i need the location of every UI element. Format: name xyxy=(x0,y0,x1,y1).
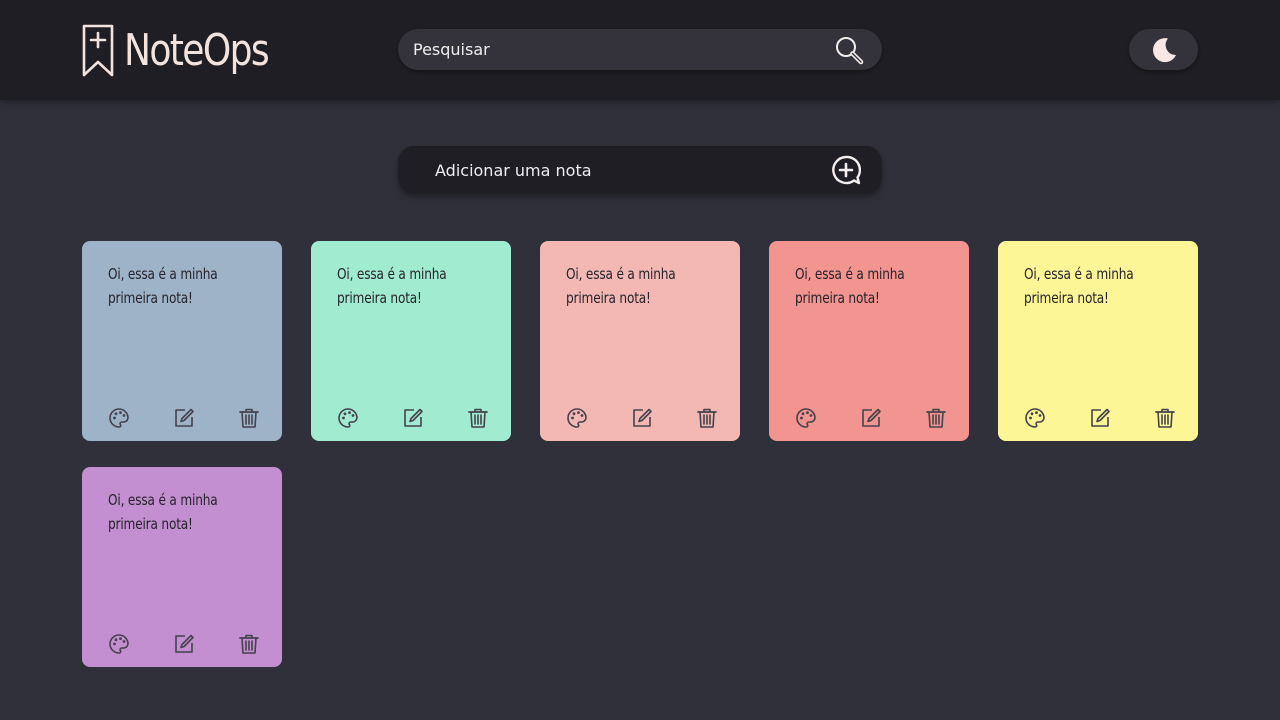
search-input[interactable] xyxy=(413,29,813,70)
edit-note-button[interactable] xyxy=(173,633,195,655)
note-card[interactable]: Oi, essa é a minha primeira nota! xyxy=(82,467,282,667)
note-text: Oi, essa é a minha primeira nota! xyxy=(337,265,447,307)
search-button[interactable] xyxy=(834,35,864,65)
delete-note-button[interactable] xyxy=(1154,407,1176,429)
palette-note-button[interactable] xyxy=(108,633,130,655)
moon-icon xyxy=(1152,37,1176,62)
add-circle-icon xyxy=(832,155,862,185)
trash-icon xyxy=(468,408,488,428)
trash-icon xyxy=(239,634,259,654)
note-text: Oi, essa é a minha primeira nota! xyxy=(108,265,218,307)
delete-note-button[interactable] xyxy=(925,407,947,429)
add-note-input[interactable] xyxy=(435,146,815,194)
edit-note-button[interactable] xyxy=(860,407,882,429)
add-note-bar xyxy=(398,146,882,194)
brand-name: NoteOps xyxy=(124,25,270,76)
note-text: Oi, essa é a minha primeira nota! xyxy=(1024,265,1134,307)
palette-icon xyxy=(1025,408,1045,428)
edit-note-button[interactable] xyxy=(173,407,195,429)
note-card[interactable]: Oi, essa é a minha primeira nota! xyxy=(998,241,1198,441)
search-icon xyxy=(836,37,864,65)
trash-icon xyxy=(239,408,259,428)
palette-note-button[interactable] xyxy=(337,407,359,429)
note-text: Oi, essa é a minha primeira nota! xyxy=(795,265,905,307)
edit-icon xyxy=(1091,408,1110,427)
edit-note-button[interactable] xyxy=(631,407,653,429)
edit-note-button[interactable] xyxy=(1089,407,1111,429)
app-header: NoteOps xyxy=(0,0,1280,100)
edit-icon xyxy=(404,408,423,427)
palette-icon xyxy=(338,408,358,428)
palette-note-button[interactable] xyxy=(108,407,130,429)
add-note-button[interactable] xyxy=(831,155,862,185)
note-card[interactable]: Oi, essa é a minha primeira nota! xyxy=(540,241,740,441)
palette-icon xyxy=(109,634,129,654)
logo[interactable]: NoteOps xyxy=(82,22,300,80)
edit-icon xyxy=(175,408,194,427)
theme-toggle-button[interactable] xyxy=(1129,29,1198,70)
delete-note-button[interactable] xyxy=(238,407,260,429)
note-card[interactable]: Oi, essa é a minha primeira nota! xyxy=(311,241,511,441)
palette-note-button[interactable] xyxy=(566,407,588,429)
trash-icon xyxy=(1155,408,1175,428)
palette-icon xyxy=(109,408,129,428)
palette-icon xyxy=(567,408,587,428)
palette-icon xyxy=(796,408,816,428)
note-text: Oi, essa é a minha primeira nota! xyxy=(566,265,676,307)
delete-note-button[interactable] xyxy=(238,633,260,655)
bookmark-plus-icon xyxy=(82,24,114,77)
edit-icon xyxy=(862,408,881,427)
edit-icon xyxy=(633,408,652,427)
search-bar xyxy=(398,29,882,70)
note-card[interactable]: Oi, essa é a minha primeira nota! xyxy=(769,241,969,441)
delete-note-button[interactable] xyxy=(696,407,718,429)
trash-icon xyxy=(697,408,717,428)
note-text: Oi, essa é a minha primeira nota! xyxy=(108,491,218,533)
edit-icon xyxy=(175,634,194,653)
note-card[interactable]: Oi, essa é a minha primeira nota! xyxy=(82,241,282,441)
delete-note-button[interactable] xyxy=(467,407,489,429)
edit-note-button[interactable] xyxy=(402,407,424,429)
palette-note-button[interactable] xyxy=(795,407,817,429)
palette-note-button[interactable] xyxy=(1024,407,1046,429)
trash-icon xyxy=(926,408,946,428)
